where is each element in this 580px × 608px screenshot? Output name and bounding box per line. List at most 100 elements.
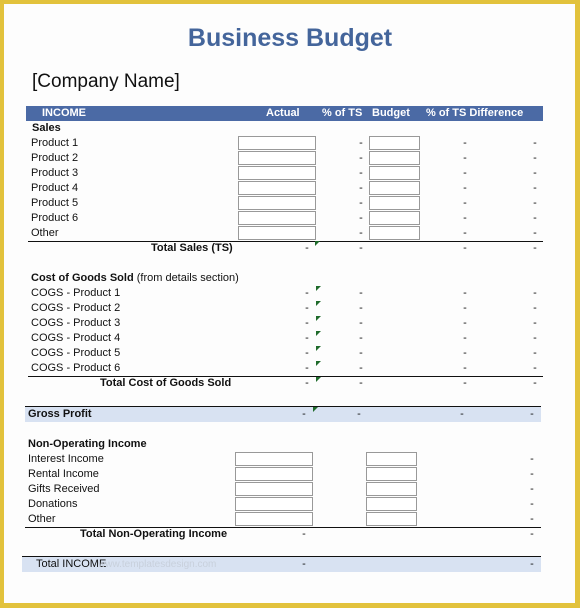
gross-profit-label: Gross Profit — [28, 408, 92, 420]
difference-value: - — [530, 468, 534, 480]
comment-marker-icon[interactable] — [316, 301, 321, 306]
pct-ts-budget-value: - — [463, 167, 467, 179]
cogs-actual-value: - — [305, 362, 309, 374]
budget-input[interactable] — [366, 452, 417, 466]
cogs-item-label: COGS - Product 2 — [31, 302, 121, 314]
actual-input[interactable] — [235, 482, 313, 496]
pct-ts-value: - — [359, 152, 363, 164]
column-header-bar: INCOME Actual % of TS Budget % of TS Dif… — [26, 106, 543, 121]
comment-marker-icon[interactable] — [316, 286, 321, 291]
cogs-item-label: COGS - Product 6 — [31, 362, 121, 374]
watermark-text: www.templatesdesign.com — [98, 559, 217, 570]
comment-marker-icon[interactable] — [316, 316, 321, 321]
comment-marker-icon[interactable] — [313, 407, 318, 412]
cogs-budget-pct-value: - — [463, 302, 467, 314]
cogs-pct-value: - — [359, 287, 363, 299]
cogs-heading: Cost of Goods Sold (from details section… — [31, 271, 239, 286]
difference-value: - — [533, 227, 537, 239]
total-cogs-difference: - — [533, 377, 537, 389]
comment-marker-icon[interactable] — [316, 331, 321, 336]
sales-item-label: Product 2 — [31, 152, 79, 164]
cogs-heading-note: (from details section) — [133, 272, 239, 284]
total-non-operating-difference: - — [530, 528, 534, 540]
pct-ts-value: - — [359, 227, 363, 239]
comment-marker-icon[interactable] — [316, 346, 321, 351]
difference-value: - — [530, 483, 534, 495]
cogs-actual-value: - — [305, 347, 309, 359]
budget-input[interactable] — [369, 196, 420, 210]
document-title: Business Budget — [187, 24, 393, 52]
actual-input[interactable] — [238, 166, 316, 180]
cogs-item-label: COGS - Product 4 — [31, 332, 121, 344]
sales-item-label: Product 3 — [31, 167, 79, 179]
actual-input[interactable] — [235, 452, 313, 466]
budget-input[interactable] — [369, 181, 420, 195]
difference-value: - — [533, 182, 537, 194]
cogs-pct-value: - — [359, 332, 363, 344]
actual-input[interactable] — [238, 211, 316, 225]
budget-input[interactable] — [369, 136, 420, 150]
non-operating-heading: Non-Operating Income — [28, 438, 147, 450]
header-actual: Actual — [266, 107, 300, 119]
total-cogs-label: Total Cost of Goods Sold — [100, 377, 232, 389]
pct-ts-value: - — [359, 212, 363, 224]
total-cogs-actual: - — [305, 377, 309, 389]
sales-item-label: Product 6 — [31, 212, 79, 224]
header-budget: Budget — [372, 107, 410, 119]
difference-value: - — [533, 152, 537, 164]
total-sales-pct: - — [359, 242, 363, 254]
sales-item-label: Product 5 — [31, 197, 79, 209]
pct-ts-budget-value: - — [463, 227, 467, 239]
cogs-pct-value: - — [359, 347, 363, 359]
cogs-pct-value: - — [359, 317, 363, 329]
total-sales-difference: - — [533, 242, 537, 254]
budget-input[interactable] — [366, 512, 417, 526]
budget-input[interactable] — [366, 497, 417, 511]
budget-input[interactable] — [366, 467, 417, 481]
actual-input[interactable] — [235, 467, 313, 481]
difference-value: - — [530, 453, 534, 465]
cogs-difference-value: - — [533, 287, 537, 299]
comment-marker-icon[interactable] — [315, 241, 320, 246]
difference-value: - — [533, 212, 537, 224]
total-non-operating-actual: - — [302, 528, 306, 540]
cogs-pct-value: - — [359, 362, 363, 374]
pct-ts-budget-value: - — [463, 152, 467, 164]
actual-input[interactable] — [238, 226, 316, 240]
comment-marker-icon[interactable] — [316, 377, 321, 382]
budget-input[interactable] — [366, 482, 417, 496]
budget-input[interactable] — [369, 151, 420, 165]
budget-input[interactable] — [369, 211, 420, 225]
total-cogs-pct: - — [359, 377, 363, 389]
difference-value: - — [533, 137, 537, 149]
cogs-actual-value: - — [305, 317, 309, 329]
cogs-item-label: COGS - Product 3 — [31, 317, 121, 329]
budget-input[interactable] — [369, 226, 420, 240]
actual-input[interactable] — [238, 151, 316, 165]
actual-input[interactable] — [238, 181, 316, 195]
total-income-difference: - — [530, 558, 534, 570]
non-operating-item-label: Interest Income — [28, 453, 104, 465]
cogs-actual-value: - — [305, 332, 309, 344]
difference-value: - — [530, 513, 534, 525]
cogs-difference-value: - — [533, 332, 537, 344]
pct-ts-value: - — [359, 137, 363, 149]
header-pct-ts-difference: % of TS Difference — [426, 107, 524, 119]
actual-input[interactable] — [235, 497, 313, 511]
budget-input[interactable] — [369, 166, 420, 180]
pct-ts-value: - — [359, 197, 363, 209]
pct-ts-budget-value: - — [463, 212, 467, 224]
cogs-actual-value: - — [305, 287, 309, 299]
actual-input[interactable] — [235, 512, 313, 526]
header-pct-ts: % of TS — [322, 107, 363, 119]
total-income-label: Total INCOME — [36, 558, 107, 570]
actual-input[interactable] — [238, 196, 316, 210]
sales-heading: Sales — [32, 122, 61, 134]
difference-value: - — [533, 167, 537, 179]
comment-marker-icon[interactable] — [316, 361, 321, 366]
company-name-field[interactable]: [Company Name] — [32, 71, 180, 93]
total-non-operating-label: Total Non-Operating Income — [80, 528, 228, 540]
difference-value: - — [533, 197, 537, 209]
pct-ts-budget-value: - — [463, 182, 467, 194]
actual-input[interactable] — [238, 136, 316, 150]
